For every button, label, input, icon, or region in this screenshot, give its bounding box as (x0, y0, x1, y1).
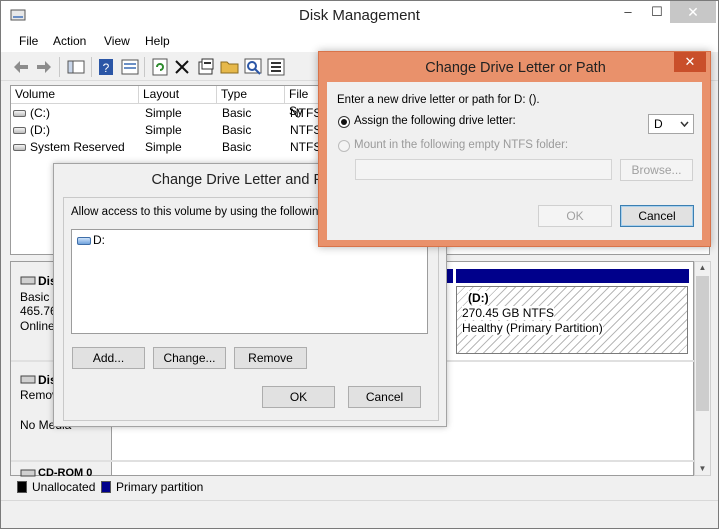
partition-d-name: (D:) (468, 291, 489, 305)
toolbar-separator (91, 57, 92, 77)
column-header-layout[interactable]: Layout (139, 86, 217, 104)
volume-fs: NTFS (290, 123, 322, 137)
disk0-status: Online (20, 319, 55, 333)
chevron-down-icon (680, 121, 689, 127)
browse-button[interactable]: Browse... (620, 159, 693, 181)
cancel-button[interactable]: Cancel (348, 386, 421, 408)
drive-icon (13, 127, 26, 135)
mount-folder-radio[interactable] (338, 140, 350, 152)
list-item[interactable]: D: (77, 233, 105, 247)
drive-letter-value: D (654, 117, 663, 131)
ok-button[interactable]: OK (262, 386, 335, 408)
open-folder-icon[interactable] (220, 59, 240, 75)
help-icon[interactable]: ? (98, 58, 114, 76)
disk0-size: 465.76 (20, 304, 57, 318)
volume-layout: Simple (145, 106, 182, 120)
drive-icon (77, 236, 91, 245)
ok-button[interactable]: OK (538, 205, 612, 227)
partition-d-status: Healthy (Primary Partition) (462, 321, 603, 335)
legend-primary-swatch (101, 481, 111, 493)
assign-letter-label: Assign the following drive letter: (354, 115, 516, 127)
column-header-volume[interactable]: Volume (11, 86, 139, 104)
change-button[interactable]: Change... (153, 347, 226, 369)
dialog-instruction: Allow access to this volume by using the… (71, 206, 321, 218)
menu-action[interactable]: Action (53, 34, 86, 48)
disk-icon (20, 276, 36, 285)
cdrom-name: CD-ROM 0 (38, 467, 93, 476)
menu-view[interactable]: View (104, 34, 130, 48)
volume-fs: NTFS (290, 106, 322, 120)
column-header-type[interactable]: Type (217, 86, 285, 104)
legend (10, 478, 710, 498)
cdrom-icon (20, 469, 36, 477)
volume-name: System Reserved (30, 140, 125, 154)
assign-letter-radio[interactable] (338, 116, 350, 128)
scrollbar-thumb[interactable] (696, 276, 709, 411)
volume-layout: Simple (145, 140, 182, 154)
maximize-button[interactable]: ☐ (642, 1, 672, 23)
svg-text:?: ? (103, 61, 110, 75)
refresh-icon[interactable] (151, 58, 169, 76)
add-button[interactable]: Add... (72, 347, 145, 369)
volume-layout: Simple (145, 123, 182, 137)
volume-fs: NTFS (290, 140, 322, 154)
menu-help[interactable]: Help (145, 34, 170, 48)
menu-file[interactable]: File (19, 34, 38, 48)
console-tree-icon[interactable] (67, 59, 85, 75)
properties2-icon[interactable] (197, 58, 215, 76)
volume-name: (D:) (30, 123, 50, 137)
remove-button[interactable]: Remove (234, 347, 307, 369)
legend-unallocated-swatch (17, 481, 27, 493)
removable-disk-icon (20, 375, 36, 384)
disk0-type: Basic (20, 290, 50, 304)
drive-icon (13, 110, 26, 118)
close-window-button[interactable]: ✕ (670, 1, 716, 23)
volume-name: (C:) (30, 106, 50, 120)
status-bar (1, 500, 718, 528)
partition-d-size: 270.45 GB NTFS (462, 306, 555, 320)
divider (11, 460, 694, 462)
mount-folder-path-input[interactable] (355, 159, 612, 180)
window-title: Disk Management (299, 7, 420, 24)
cancel-button[interactable]: Cancel (620, 205, 694, 227)
volume-type: Basic (222, 106, 252, 120)
settings-icon[interactable] (267, 58, 285, 76)
column-header-filesystem[interactable]: File Sy (285, 86, 321, 118)
legend-unallocated-label: Unallocated (32, 480, 96, 494)
properties-icon[interactable] (121, 59, 139, 75)
minimize-button[interactable]: – (613, 1, 643, 23)
forward-arrow-icon[interactable] (35, 59, 53, 75)
toolbar-separator (144, 57, 145, 77)
delete-icon[interactable] (174, 59, 190, 75)
scroll-up-icon[interactable]: ▲ (696, 263, 709, 274)
volume-type: Basic (222, 140, 252, 154)
scroll-down-icon[interactable]: ▼ (696, 464, 709, 475)
table-row[interactable]: (C:) (13, 105, 50, 122)
path-item-label: D: (93, 233, 105, 247)
volume-type: Basic (222, 123, 252, 137)
partition-bar (456, 269, 689, 283)
legend-primary-label: Primary partition (116, 480, 204, 494)
table-row[interactable]: (D:) (13, 122, 50, 139)
dialog-title: Change Drive Letter or Path (425, 60, 606, 76)
dialog-prompt: Enter a new drive letter or path for D: … (337, 94, 540, 106)
mount-folder-label: Mount in the following empty NTFS folder… (354, 139, 569, 151)
table-row[interactable]: System Reserved (13, 139, 125, 156)
drive-icon (13, 144, 26, 152)
back-arrow-icon[interactable] (12, 59, 30, 75)
partition-d[interactable] (456, 286, 688, 354)
close-dialog-button[interactable]: ✕ (674, 52, 706, 72)
toolbar-separator (59, 57, 60, 77)
search-icon[interactable] (244, 58, 262, 76)
